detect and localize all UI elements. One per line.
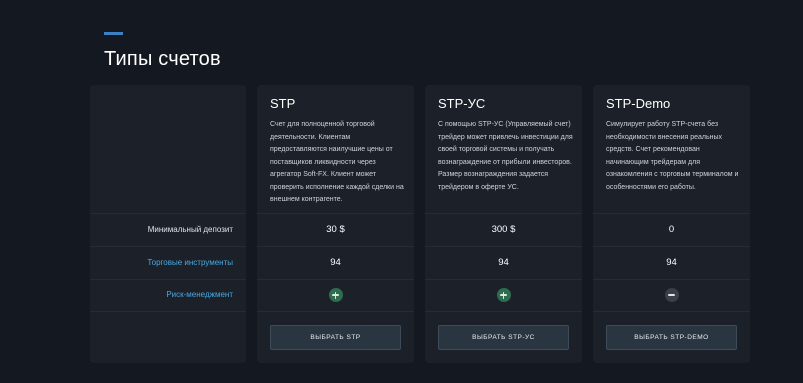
plan-card-stp-demo: STP-Demo Симулирует работу STP-счета без…: [593, 85, 750, 363]
instruments-value: 94: [666, 257, 677, 268]
row-divider: [425, 246, 582, 247]
min-deposit-label: Минимальный депозит: [147, 225, 233, 234]
row-divider: [257, 213, 414, 214]
row-divider: [593, 213, 750, 214]
row-divider: [90, 246, 246, 247]
trading-instruments-link[interactable]: Торговые инструменты: [147, 258, 233, 267]
row-divider: [425, 213, 582, 214]
plan-name: STP-УС: [438, 96, 486, 111]
choose-stp-button[interactable]: ВЫБРАТЬ STP: [270, 325, 401, 350]
row-divider: [593, 246, 750, 247]
row-divider: [90, 279, 246, 280]
instruments-value: 94: [498, 257, 509, 268]
title-accent-line: [104, 32, 123, 35]
row-divider: [593, 311, 750, 312]
row-divider: [90, 311, 246, 312]
min-deposit-value: 300 $: [491, 224, 516, 235]
row-divider: [257, 311, 414, 312]
risk-management-link[interactable]: Риск-менеджмент: [166, 290, 233, 299]
choose-stp-demo-button[interactable]: ВЫБРАТЬ STP-DEMO: [606, 325, 737, 350]
row-divider: [425, 279, 582, 280]
plan-description: С помощью STP-УС (Управляемый счет) трей…: [438, 121, 573, 191]
instruments-value: 94: [330, 257, 341, 268]
plan-card-stp-us: STP-УС С помощью STP-УС (Управляемый сче…: [425, 85, 582, 363]
row-divider: [90, 213, 246, 214]
plus-circle-icon: [496, 288, 511, 302]
plan-name: STP: [270, 96, 296, 111]
plan-card-stp: STP Счет для полноценной торговой деятел…: [257, 85, 414, 363]
plan-name: STP-Demo: [606, 96, 671, 111]
row-divider: [425, 311, 582, 312]
plan-description: Счет для полноценной торговой деятельнос…: [270, 121, 404, 203]
min-deposit-value: 30 $: [326, 224, 345, 235]
plus-circle-icon: [328, 288, 343, 302]
row-labels-column: Минимальный депозит Торговые инструменты…: [90, 85, 246, 363]
plan-description: Симулирует работу STP-счета без необходи…: [606, 121, 739, 191]
min-deposit-value: 0: [668, 224, 675, 235]
row-divider: [257, 279, 414, 280]
choose-stp-us-button[interactable]: ВЫБРАТЬ STP-УС: [438, 325, 569, 350]
minus-circle-icon: [664, 288, 679, 302]
row-divider: [593, 279, 750, 280]
row-divider: [257, 246, 414, 247]
page-title: Типы счетов: [104, 48, 221, 70]
